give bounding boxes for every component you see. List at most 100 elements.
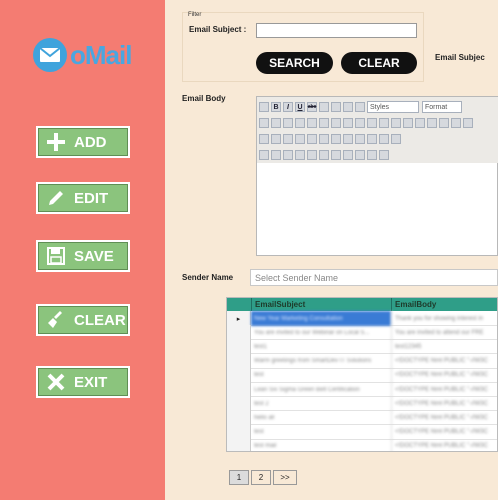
smiley-icon[interactable] — [307, 134, 317, 144]
flash-icon[interactable] — [271, 134, 281, 144]
undo-icon[interactable] — [415, 118, 425, 128]
save-button[interactable]: SAVE — [36, 240, 130, 272]
unlink-icon[interactable] — [451, 118, 461, 128]
horizontal-rule-icon[interactable] — [295, 134, 305, 144]
row-selector[interactable] — [227, 438, 251, 451]
page-1-link[interactable]: 1 — [229, 470, 249, 485]
paste-icon[interactable] — [283, 118, 293, 128]
bg-color-icon[interactable] — [355, 134, 365, 144]
row-selector[interactable] — [227, 353, 251, 369]
bulleted-list-icon[interactable] — [367, 118, 377, 128]
radio-icon[interactable] — [283, 150, 293, 160]
cell-email-body[interactable]: <!DOCTYPE html PUBLIC "-//W3C — [391, 424, 497, 440]
align-right-icon[interactable] — [343, 102, 353, 112]
table-row[interactable]: test1 test12345 — [227, 339, 497, 355]
cell-email-body[interactable]: <!DOCTYPE html PUBLIC "-//W3C — [391, 367, 497, 383]
blockquote-icon[interactable] — [403, 118, 413, 128]
image-icon[interactable] — [259, 134, 269, 144]
link-icon[interactable] — [439, 118, 449, 128]
column-header-email-body[interactable]: EmailBody — [391, 298, 497, 311]
paste-word-icon[interactable] — [307, 118, 317, 128]
table-row[interactable]: Warm greetings from SmartDev IT Solution… — [227, 353, 497, 369]
select-all-icon[interactable] — [343, 118, 353, 128]
cell-email-subject[interactable]: test mail — [251, 439, 391, 451]
preview-icon[interactable] — [367, 150, 377, 160]
clear-sidebar-button[interactable]: CLEAR — [36, 304, 130, 336]
row-selector[interactable] — [227, 339, 251, 355]
copy-icon[interactable] — [271, 118, 281, 128]
cell-email-subject[interactable]: You are invited to our Webinar on Local … — [251, 325, 391, 340]
cell-email-subject[interactable]: test1 — [251, 339, 391, 354]
anchor-icon[interactable] — [463, 118, 473, 128]
table-row[interactable]: hello all <!DOCTYPE html PUBLIC "-//W3C — [227, 410, 497, 426]
italic-button[interactable]: I — [283, 102, 293, 112]
cell-email-subject[interactable]: test — [251, 368, 391, 383]
numbered-list-icon[interactable] — [355, 118, 365, 128]
button-field-icon[interactable] — [331, 150, 341, 160]
table-row[interactable]: test mail <!DOCTYPE html PUBLIC "-//W3C — [227, 438, 497, 451]
indent-icon[interactable] — [391, 118, 401, 128]
clear-filter-button[interactable]: CLEAR — [341, 52, 417, 74]
add-button[interactable]: ADD — [36, 126, 130, 158]
cell-email-body[interactable]: <!DOCTYPE html PUBLIC "-//W3C — [391, 396, 497, 412]
page-break-icon[interactable] — [331, 134, 341, 144]
paste-text-icon[interactable] — [295, 118, 305, 128]
styles-select[interactable]: Styles — [367, 101, 419, 113]
row-selector[interactable] — [227, 424, 251, 440]
hidden-field-icon[interactable] — [343, 150, 353, 160]
table-row[interactable]: test 2 <!DOCTYPE html PUBLIC "-//W3C — [227, 396, 497, 412]
strike-button[interactable]: abc — [307, 102, 317, 112]
cell-email-body[interactable]: You are invited to attend our FRE — [391, 325, 497, 341]
email-subject-input[interactable] — [256, 23, 417, 38]
form-icon[interactable] — [259, 150, 269, 160]
row-selector[interactable] — [227, 367, 251, 383]
edit-button[interactable]: EDIT — [36, 182, 130, 214]
cut-icon[interactable] — [259, 118, 269, 128]
row-selector[interactable] — [227, 382, 251, 397]
cell-email-subject[interactable]: Lean Six Sigma Green Belt Certification — [251, 382, 391, 397]
table-row[interactable]: ▸ New Year Marketing Consultation Thank yo… — [227, 311, 497, 326]
maximize-icon[interactable] — [367, 134, 377, 144]
bold-button[interactable]: B — [271, 102, 281, 112]
replace-icon[interactable] — [331, 118, 341, 128]
cell-email-body[interactable]: <!DOCTYPE html PUBLIC "-//W3C — [391, 353, 497, 369]
text-color-icon[interactable] — [343, 134, 353, 144]
underline-button[interactable]: U — [295, 102, 305, 112]
next-pages-link[interactable]: >> — [273, 470, 297, 485]
table-row[interactable]: test <!DOCTYPE html PUBLIC "-//W3C — [227, 424, 497, 440]
cell-email-subject[interactable]: Warm greetings from SmartDev IT Solution… — [251, 354, 391, 369]
exit-button[interactable]: EXIT — [36, 366, 130, 398]
special-char-icon[interactable] — [319, 134, 329, 144]
align-justify-icon[interactable] — [355, 102, 365, 112]
table-row[interactable]: Lean Six Sigma Green Belt Certification <… — [227, 382, 497, 397]
row-selector[interactable] — [227, 410, 251, 426]
textfield-icon[interactable] — [295, 150, 305, 160]
source-icon[interactable] — [259, 102, 269, 112]
row-selector[interactable] — [227, 325, 251, 341]
outdent-icon[interactable] — [379, 118, 389, 128]
cell-email-body[interactable]: test12345 — [391, 339, 497, 355]
page-2-link[interactable]: 2 — [251, 470, 271, 485]
cell-email-subject[interactable]: test 2 — [251, 396, 391, 411]
show-blocks-icon[interactable] — [379, 134, 389, 144]
align-center-icon[interactable] — [331, 102, 341, 112]
table-row[interactable]: You are invited to our Webinar on Local … — [227, 325, 497, 341]
find-icon[interactable] — [319, 118, 329, 128]
column-header-email-subject[interactable]: EmailSubject — [251, 298, 391, 311]
row-selector[interactable] — [227, 396, 251, 412]
cell-email-subject[interactable]: hello all — [251, 410, 391, 425]
cell-email-subject[interactable]: test — [251, 425, 391, 440]
cell-email-body[interactable]: <!DOCTYPE html PUBLIC "-//W3C — [391, 410, 497, 426]
about-icon[interactable] — [391, 134, 401, 144]
paragraph-icon[interactable] — [355, 150, 365, 160]
cell-email-body[interactable]: <!DOCTYPE html PUBLIC "-//W3C — [391, 382, 497, 397]
table-row[interactable]: test <!DOCTYPE html PUBLIC "-//W3C — [227, 367, 497, 383]
print-icon[interactable] — [379, 150, 389, 160]
align-left-icon[interactable] — [319, 102, 329, 112]
cell-email-body[interactable]: Thank you for showing interest in — [391, 311, 497, 326]
row-selector[interactable]: ▸ — [227, 311, 251, 326]
cell-email-subject[interactable]: New Year Marketing Consultation — [251, 311, 391, 326]
sender-name-select[interactable]: Select Sender Name — [250, 269, 498, 286]
search-button[interactable]: SEARCH — [256, 52, 333, 74]
textarea-icon[interactable] — [307, 150, 317, 160]
